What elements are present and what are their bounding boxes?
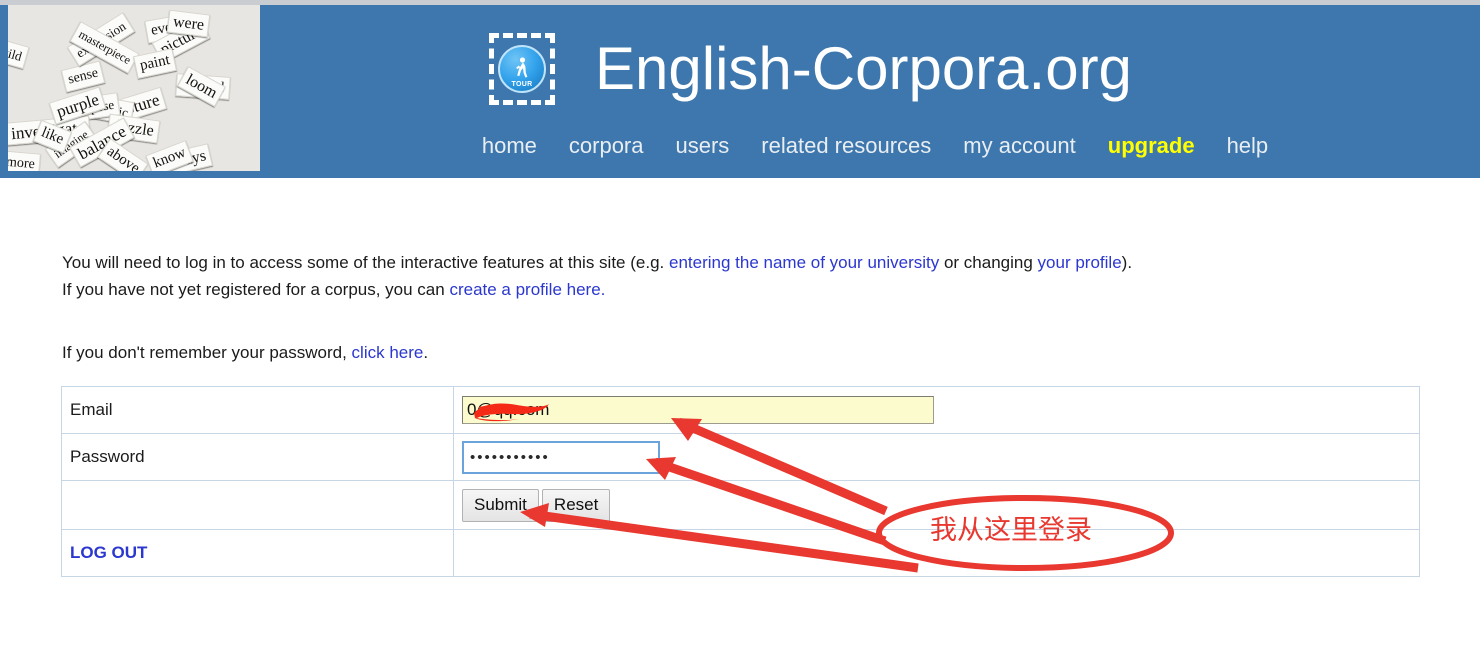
- password-field[interactable]: •••••••••••: [462, 440, 660, 474]
- tour-walking-icon: TOUR: [498, 45, 546, 93]
- link-click-here[interactable]: click here: [352, 343, 424, 362]
- collage-word: were: [166, 9, 211, 38]
- password-label: Password: [61, 433, 454, 481]
- site-header: originalcapturesenseeveryexpressionelect…: [0, 5, 1480, 178]
- email-field[interactable]: 0@qq.com: [462, 396, 934, 424]
- submit-button[interactable]: Submit: [462, 488, 539, 522]
- nav-item-my-account[interactable]: my account: [963, 129, 1076, 163]
- nav-item-upgrade[interactable]: upgrade: [1108, 129, 1195, 163]
- main-navigation: home corpora users related resources my acco…: [270, 129, 1480, 163]
- table-row-buttons: Submit Reset: [61, 480, 1420, 530]
- nav-item-related-resources[interactable]: related resources: [761, 129, 931, 163]
- forgot-text-1: If you don't remember your password,: [62, 343, 352, 362]
- intro-text-4: If you have not yet registered for a cor…: [62, 280, 450, 299]
- empty-label-cell: [61, 480, 454, 530]
- collage-word: paint: [133, 48, 177, 79]
- password-cell: •••••••••••: [453, 433, 1420, 481]
- nav-item-corpora[interactable]: corpora: [569, 129, 644, 163]
- intro-text-3: ).: [1121, 253, 1133, 272]
- collage-word: more: [8, 150, 41, 171]
- email-value: 0@qq.com: [467, 400, 550, 419]
- logout-link[interactable]: LOG OUT: [70, 543, 147, 562]
- logout-cell: LOG OUT: [61, 529, 454, 577]
- nav-item-users[interactable]: users: [675, 129, 729, 163]
- forgot-password-paragraph: If you don't remember your password, cli…: [62, 339, 1062, 366]
- reset-button[interactable]: Reset: [541, 488, 611, 522]
- word-collage-image: originalcapturesenseeveryexpressionelect…: [8, 5, 260, 171]
- collage-word: loom: [177, 66, 226, 107]
- table-row-email: Email 0@qq.com: [61, 386, 1420, 434]
- page-title: English-Corpora.org: [595, 35, 1132, 102]
- link-entering-university[interactable]: entering the name of your university: [669, 253, 939, 272]
- link-create-profile[interactable]: create a profile here.: [449, 280, 605, 299]
- forgot-text-2: .: [423, 343, 429, 362]
- intro-text-2: or changing: [939, 253, 1038, 272]
- page-root: originalcapturesenseeveryexpressionelect…: [0, 0, 1480, 669]
- tour-logo-label: TOUR: [511, 81, 533, 88]
- email-cell: 0@qq.com: [453, 386, 1420, 434]
- login-form-table: Email 0@qq.com Password ••••••••••• Subm: [61, 386, 1420, 577]
- nav-item-home[interactable]: home: [482, 129, 537, 163]
- intro-paragraph: You will need to log in to access some o…: [62, 249, 1422, 303]
- intro-text-1: You will need to log in to access some o…: [62, 253, 669, 272]
- email-label: Email: [61, 386, 454, 434]
- tour-logo-frame: TOUR: [489, 33, 555, 105]
- link-your-profile[interactable]: your profile: [1038, 253, 1122, 272]
- table-row-logout: LOG OUT: [61, 529, 1420, 577]
- table-row-password: Password •••••••••••: [61, 433, 1420, 481]
- collage-word: wild: [8, 37, 30, 70]
- brand-block: TOUR English-Corpora.org home corpora user…: [270, 5, 1480, 178]
- annotation-note: 我从这里登录: [930, 515, 1092, 546]
- nav-item-help[interactable]: help: [1227, 129, 1269, 163]
